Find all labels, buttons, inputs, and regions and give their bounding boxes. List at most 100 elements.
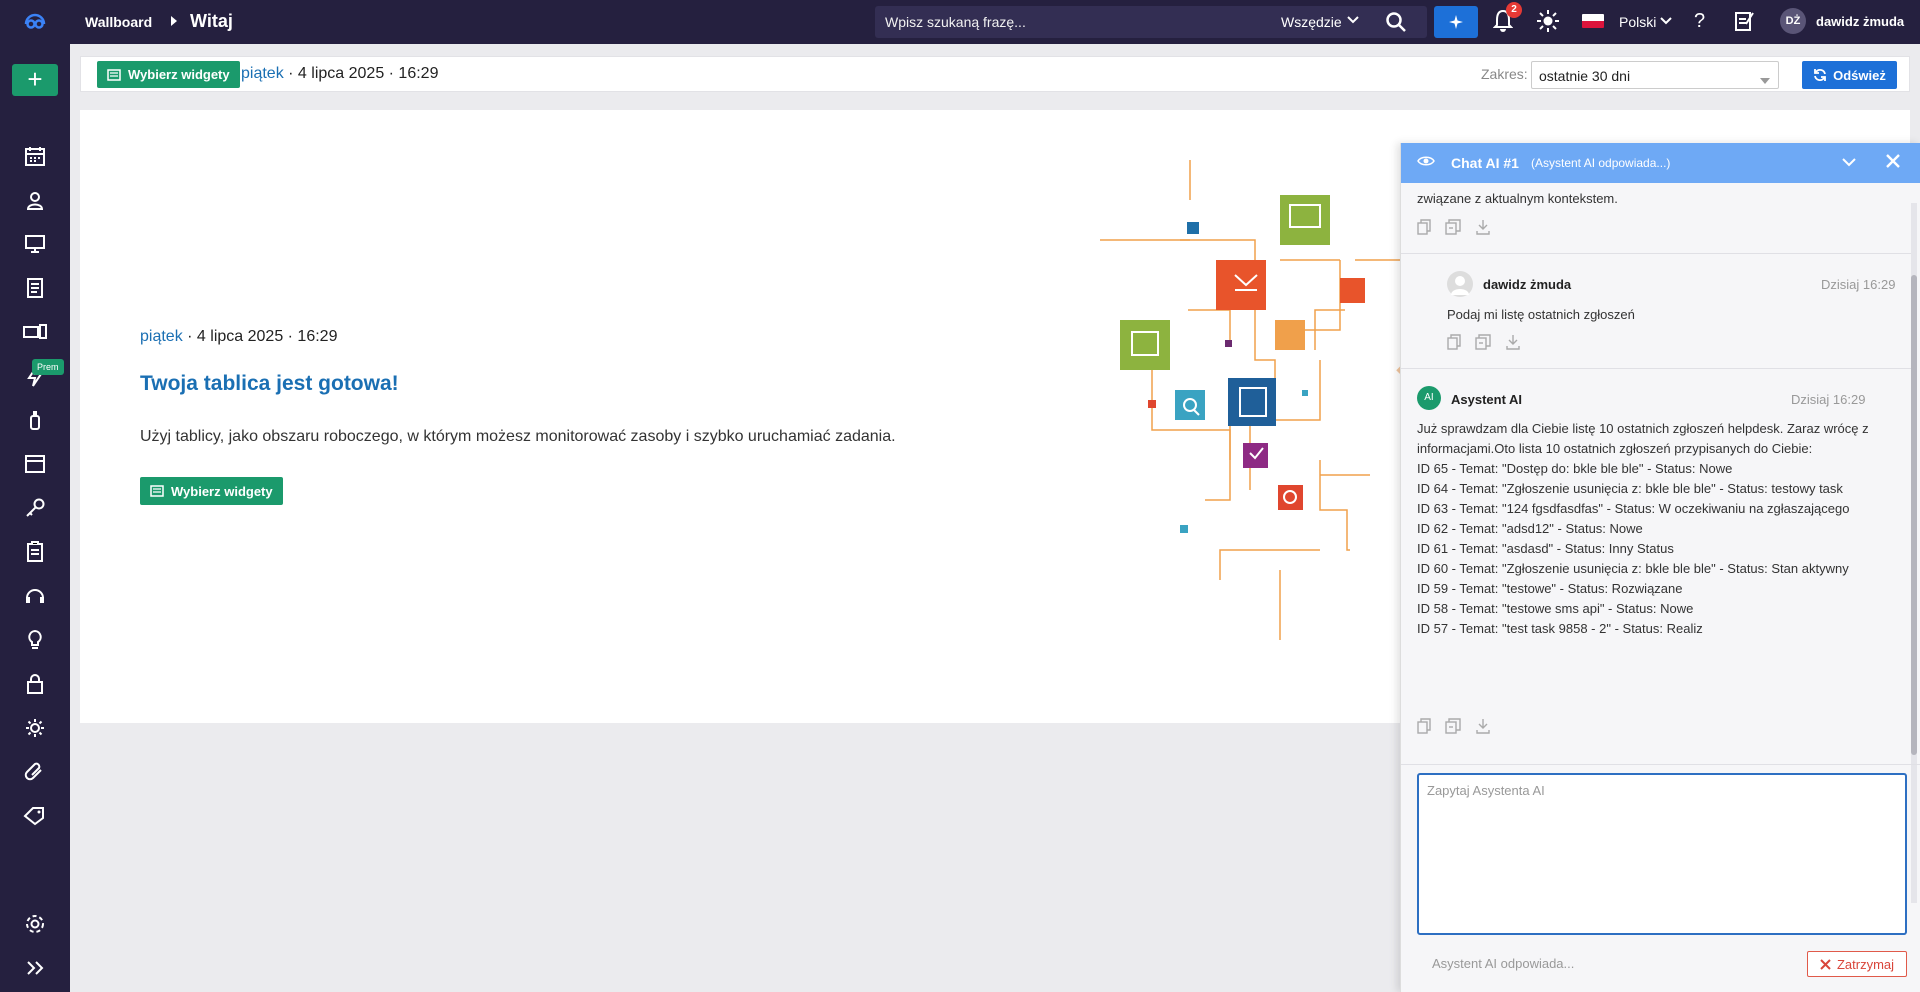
input-divider: [1401, 764, 1920, 765]
window-icon[interactable]: [23, 452, 47, 476]
toolbar-day[interactable]: piątek: [241, 65, 284, 82]
message-text: Podaj mi listę ostatnich zgłoszeń: [1447, 307, 1635, 322]
search-input[interactable]: Wpisz szukaną frazę...: [885, 14, 1026, 30]
message-author: Asystent AI: [1451, 392, 1523, 407]
widget-icon: [107, 68, 121, 81]
help-icon[interactable]: ?: [1694, 10, 1705, 33]
copy-formatted-icon[interactable]: [1445, 718, 1461, 737]
download-icon[interactable]: [1475, 219, 1491, 238]
message-author: dawidz żmuda: [1483, 277, 1572, 292]
message-time: Dzisiaj 16:29: [1791, 392, 1866, 407]
top-bar: Wallboard Witaj Wpisz szukaną frazę... W…: [0, 0, 1920, 44]
chevron-down-icon[interactable]: [1660, 14, 1672, 31]
breadcrumb-current: Witaj: [190, 11, 233, 31]
support-icon[interactable]: [23, 584, 47, 608]
document-icon[interactable]: [23, 276, 47, 300]
breadcrumb-root[interactable]: Wallboard: [85, 14, 152, 30]
lock-icon[interactable]: [23, 672, 47, 696]
ai-chat-panel: Chat AI #1 (Asystent AI odpowiada...) zw…: [1400, 143, 1920, 992]
gear-icon[interactable]: [23, 912, 47, 936]
ai-message-line: ID 65 - Temat: "Dostęp do: bkle ble ble"…: [1417, 461, 1733, 476]
app-logo-icon[interactable]: [0, 0, 70, 44]
search-scope-select[interactable]: Wszędzie: [1281, 14, 1342, 30]
user-name[interactable]: dawidz żmuda: [1816, 14, 1904, 29]
close-icon: [1820, 958, 1831, 970]
close-icon[interactable]: [1885, 153, 1901, 174]
ai-message-line: ID 60 - Temat: "Zgłoszenie usunięcia z: …: [1417, 561, 1849, 576]
chevron-down-icon[interactable]: [1347, 13, 1359, 30]
usb-icon[interactable]: [23, 408, 47, 432]
refresh-icon: [1814, 69, 1827, 81]
caret-down-icon: [1760, 71, 1770, 87]
choose-widgets-button-main[interactable]: Wybierz widgety: [140, 477, 283, 505]
stop-label: Zatrzymaj: [1836, 956, 1895, 972]
add-button[interactable]: +: [12, 64, 58, 96]
welcome-day[interactable]: piątek: [140, 328, 183, 345]
user-avatar-icon: [1447, 271, 1473, 297]
choose-widgets-label: Wybierz widgety: [128, 67, 230, 82]
sparkle-icon: [1449, 15, 1463, 29]
range-select[interactable]: ostatnie 30 dni: [1531, 61, 1779, 89]
poland-flag-icon[interactable]: [1582, 14, 1604, 28]
global-search: Wpisz szukaną frazę... Wszędzie: [875, 6, 1427, 38]
ai-message-line: ID 57 - Temat: "test task 9858 - 2" - St…: [1417, 621, 1703, 636]
search-icon[interactable]: [1385, 11, 1407, 36]
tag-icon[interactable]: [23, 804, 47, 828]
ai-message-line: ID 63 - Temat: "124 fgsdfasdfas" - Statu…: [1417, 501, 1850, 516]
refresh-label: Odśwież: [1833, 67, 1886, 83]
theme-toggle-icon[interactable]: [1536, 9, 1560, 36]
expand-icon[interactable]: [23, 956, 47, 980]
ai-assistant-button[interactable]: [1434, 6, 1478, 38]
user-icon[interactable]: [23, 189, 47, 213]
chevron-down-icon[interactable]: [1841, 155, 1857, 172]
message-actions: [1417, 718, 1491, 737]
welcome-datetime: · 4 lipca 2025 · 16:29: [182, 328, 338, 345]
ai-message-line: Już sprawdzam dla Ciebie listę 10 ostatn…: [1417, 421, 1869, 456]
ai-message-line: ID 62 - Temat: "adsd12" - Status: Nowe: [1417, 521, 1643, 536]
download-icon[interactable]: [1475, 718, 1491, 737]
monitor-icon[interactable]: [23, 232, 47, 256]
attachment-icon[interactable]: [23, 760, 47, 784]
message-text: związane z aktualnym kontekstem.: [1417, 191, 1618, 206]
lightbulb-icon[interactable]: [23, 628, 47, 652]
chat-subtitle: (Asystent AI odpowiada...): [1531, 156, 1671, 170]
welcome-date: piątek · 4 lipca 2025 · 16:29: [140, 328, 337, 346]
chat-scrollbar-thumb[interactable]: [1911, 275, 1917, 755]
widget-icon: [150, 485, 164, 497]
chat-status: Asystent AI odpowiada...: [1432, 956, 1575, 971]
settings-cycle-icon[interactable]: [23, 716, 47, 740]
user-avatar[interactable]: DŻ: [1780, 8, 1806, 34]
devices-icon[interactable]: [23, 320, 47, 344]
copy-formatted-icon[interactable]: [1445, 219, 1461, 238]
clipboard-icon[interactable]: [23, 540, 47, 564]
message-time: Dzisiaj 16:29: [1821, 277, 1896, 292]
ai-message-line: ID 61 - Temat: "asdasd" - Status: Inny S…: [1417, 541, 1674, 556]
refresh-button[interactable]: Odśwież: [1802, 61, 1897, 89]
key-icon[interactable]: [23, 496, 47, 520]
choose-widgets-button[interactable]: Wybierz widgety: [97, 61, 240, 88]
toolbar-date: piątek · 4 lipca 2025 · 16:29: [241, 65, 438, 83]
welcome-title: Twoja tablica jest gotowa!: [140, 372, 399, 395]
notification-badge: 2: [1506, 2, 1522, 18]
download-icon[interactable]: [1505, 334, 1521, 353]
message-actions: [1447, 334, 1521, 353]
tasks-icon[interactable]: [1734, 10, 1754, 35]
eye-icon[interactable]: [1417, 154, 1435, 171]
chat-input[interactable]: [1417, 773, 1907, 935]
range-label: Zakres:: [1481, 66, 1528, 82]
ai-message-body: Już sprawdzam dla Ciebie listę 10 ostatn…: [1417, 419, 1887, 639]
stop-button[interactable]: Zatrzymaj: [1807, 951, 1907, 977]
copy-icon[interactable]: [1417, 219, 1431, 238]
ai-avatar: AI: [1417, 386, 1441, 410]
message-actions: [1417, 219, 1491, 238]
copy-icon[interactable]: [1417, 718, 1431, 737]
language-select[interactable]: Polski: [1619, 14, 1656, 30]
calendar-icon[interactable]: [23, 144, 47, 168]
breadcrumb-separator-icon: [170, 14, 178, 30]
welcome-description: Użyj tablicy, jako obszaru roboczego, w …: [140, 428, 896, 445]
copy-formatted-icon[interactable]: [1475, 334, 1491, 353]
copy-icon[interactable]: [1447, 334, 1461, 353]
range-value: ostatnie 30 dni: [1539, 68, 1631, 84]
wallboard-toolbar: Wybierz widgety piątek · 4 lipca 2025 · …: [80, 56, 1910, 92]
ai-message-line: ID 64 - Temat: "Zgłoszenie usunięcia z: …: [1417, 481, 1843, 496]
